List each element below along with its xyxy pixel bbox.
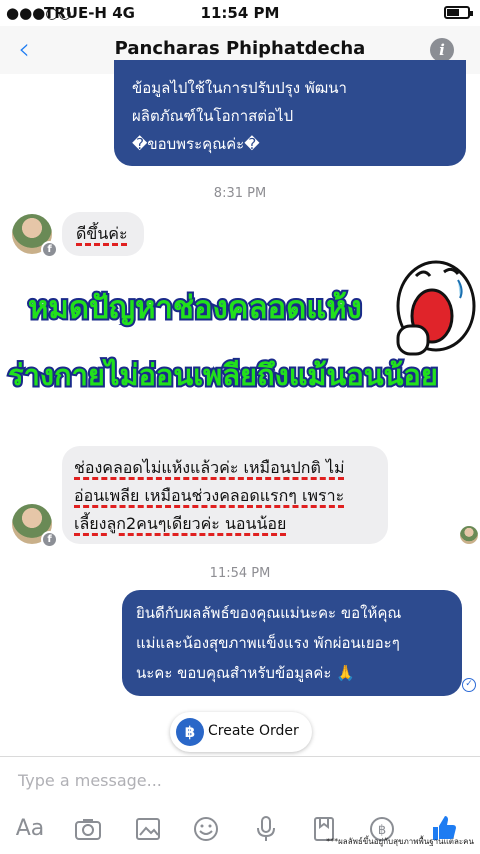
- promo-headline: หมดปัญหาช่องคลอดแห้ง: [26, 288, 364, 328]
- battery-icon: [444, 6, 473, 19]
- read-receipt-avatar: [460, 526, 478, 544]
- message-line: เลี้ยงลูก2คนๆเดียวค่ะ นอนน้อย: [74, 514, 287, 533]
- baht-icon: ฿: [176, 718, 204, 746]
- avatar[interactable]: f: [12, 504, 58, 548]
- message-line: อ่อนเพลีย เหมือนช่วงคลอดแรกๆ เพราะ: [74, 486, 345, 505]
- outgoing-message[interactable]: ข้อมูลไปใช้ในการปรับปรุง พัฒนา ผลิตภัณฑ์…: [114, 60, 466, 166]
- create-order-label: Create Order: [208, 723, 299, 739]
- timestamp: 8:31 PM: [213, 186, 267, 201]
- gallery-icon[interactable]: [132, 813, 164, 845]
- message-line: แม่และน้องสุขภาพแข็งแรง พักผ่อนเยอะๆ: [136, 634, 400, 652]
- disclaimer-note: ***ผลลัพธ์ขึ้นอยู่กับสุขภาพพื้นฐานแต่ละค…: [326, 837, 474, 846]
- status-time: 11:54 PM: [200, 4, 280, 22]
- camera-icon[interactable]: [72, 813, 104, 845]
- message-text: ดีขึ้นค่ะ: [76, 224, 128, 243]
- message-line: นะคะ ขอบคุณสำหรับข้อมูลค่ะ 🙏: [136, 664, 355, 682]
- message-line: ยินดีกับผลลัพธ์ของคุณแม่นะคะ ขอให้คุณ: [136, 604, 402, 622]
- status-bar: ●●●○○ TRUE-H 4G 11:54 PM: [0, 0, 480, 26]
- timestamp: 11:54 PM: [209, 566, 271, 581]
- contact-name[interactable]: Pancharas Phiphatdecha: [60, 38, 420, 59]
- message-line: ช่องคลอดไม่แห้งแล้วค่ะ เหมือนปกติ ไม่: [74, 458, 345, 477]
- text-format-icon[interactable]: Aa: [14, 813, 46, 845]
- emoji-icon[interactable]: [190, 813, 222, 845]
- message-input[interactable]: Type a message...: [18, 771, 162, 790]
- info-icon[interactable]: i: [430, 38, 454, 62]
- create-order-button[interactable]: ฿ Create Order: [170, 712, 312, 752]
- message-line: �ขอบพระคุณค่ะ�: [132, 135, 260, 153]
- message-line: ผลิตภัณฑ์ในโอกาสต่อไป: [132, 107, 294, 125]
- microphone-icon[interactable]: [250, 813, 282, 845]
- avatar[interactable]: f: [12, 214, 58, 258]
- incoming-message[interactable]: ช่องคลอดไม่แห้งแล้วค่ะ เหมือนปกติ ไม่ อ่…: [62, 446, 388, 544]
- messenger-badge-icon: f: [41, 241, 58, 258]
- incoming-message[interactable]: ดีขึ้นค่ะ: [62, 212, 144, 256]
- messenger-badge-icon: f: [41, 531, 58, 548]
- back-chevron-icon[interactable]: ‹: [18, 32, 30, 67]
- promo-subheadline: ร่างกายไม่อ่อนเพลียถึงแม้นอนน้อย: [6, 356, 440, 394]
- message-line: ข้อมูลไปใช้ในการปรับปรุง พัฒนา: [132, 79, 347, 97]
- delivered-check-icon: ✓: [462, 678, 476, 692]
- message-composer: Type a message... Aa ฿ ***ผลลัพธ์ขึ้นอยู…: [0, 756, 480, 854]
- battery-fill: [447, 9, 459, 16]
- outgoing-message[interactable]: ยินดีกับผลลัพธ์ของคุณแม่นะคะ ขอให้คุณ แม…: [122, 590, 462, 696]
